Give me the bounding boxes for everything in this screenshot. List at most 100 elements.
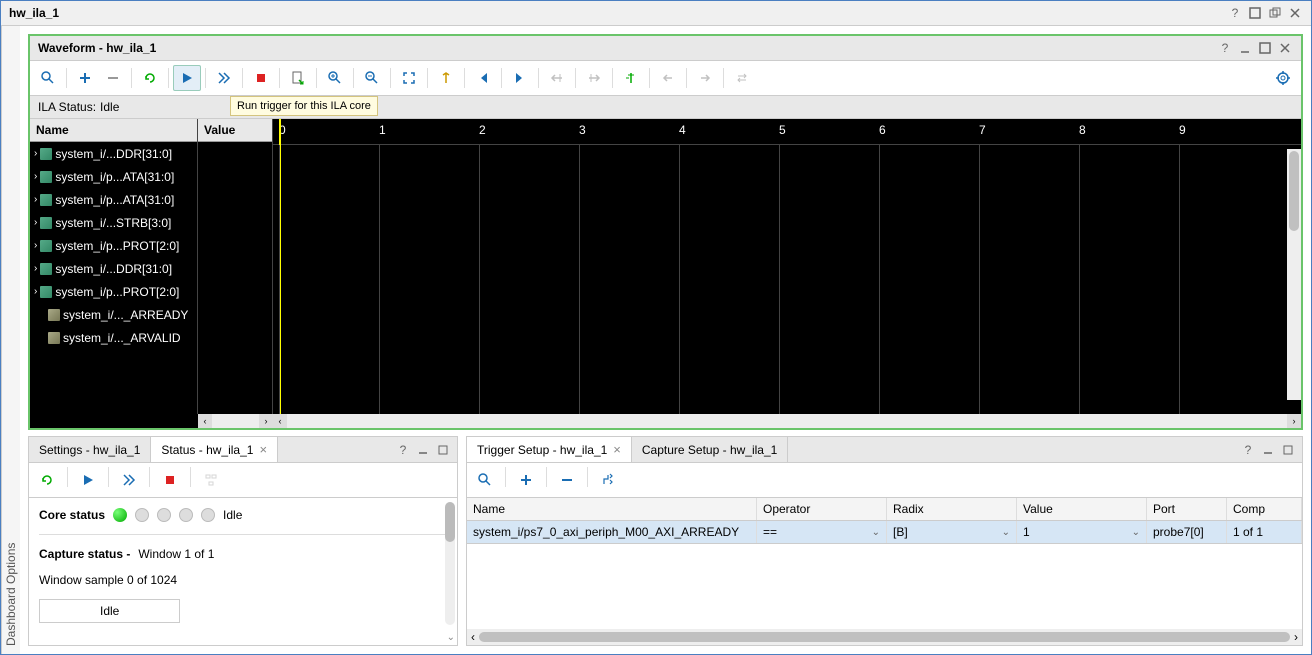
chevron-down-icon[interactable]: ⌄ [872, 527, 880, 538]
stop-button[interactable] [156, 467, 184, 493]
float-icon[interactable] [1267, 5, 1283, 21]
add-button[interactable] [71, 65, 99, 91]
waveform-canvas[interactable]: 0123456789 [273, 119, 1301, 414]
signal-row[interactable]: ›system_i/...STRB[3:0] [30, 211, 197, 234]
remove-button[interactable] [553, 467, 581, 493]
signal-row[interactable]: ›system_i/...DDR[31:0] [30, 257, 197, 280]
signal-row[interactable]: ›system_i/p...ATA[31:0] [30, 165, 197, 188]
add-marker-button[interactable] [617, 65, 645, 91]
status-panel: Settings - hw_ila_1 Status - hw_ila_1× ? [28, 436, 458, 646]
close-icon[interactable] [1287, 5, 1303, 21]
run-trigger-button[interactable] [74, 467, 102, 493]
chevron-down-icon[interactable]: ⌄ [447, 632, 455, 643]
trigger-operator[interactable]: == [763, 525, 777, 539]
expand-icon[interactable]: › [34, 171, 37, 182]
help-icon[interactable]: ? [395, 442, 411, 458]
col-header-value[interactable]: Value [1017, 498, 1147, 520]
close-icon[interactable] [1277, 40, 1293, 56]
search-button[interactable] [471, 467, 499, 493]
chevron-down-icon[interactable]: ⌄ [1002, 527, 1010, 538]
close-icon[interactable]: × [613, 442, 621, 457]
chevron-down-icon[interactable]: ⌄ [1132, 527, 1140, 538]
signal-row[interactable]: system_i/..._ARREADY [30, 303, 197, 326]
flowchart-button[interactable] [197, 467, 225, 493]
help-icon[interactable]: ? [1240, 442, 1256, 458]
zoom-out-button[interactable] [358, 65, 386, 91]
tab-capture-setup[interactable]: Capture Setup - hw_ila_1 [632, 437, 788, 462]
zoom-in-button[interactable] [321, 65, 349, 91]
scrollbar-thumb[interactable] [1289, 151, 1299, 231]
expand-icon[interactable]: › [34, 263, 37, 274]
separator [67, 467, 68, 487]
swap-marker-button[interactable] [728, 65, 756, 91]
maximize-icon[interactable] [1257, 40, 1273, 56]
scroll-right-icon[interactable]: › [259, 414, 273, 428]
signal-row[interactable]: ›system_i/p...ATA[31:0] [30, 188, 197, 211]
close-icon[interactable]: × [259, 442, 267, 457]
scroll-left-icon[interactable]: ‹ [198, 414, 212, 428]
separator [686, 68, 687, 88]
col-header-port[interactable]: Port [1147, 498, 1227, 520]
expand-icon[interactable]: › [34, 286, 37, 297]
expand-icon[interactable]: › [34, 148, 37, 159]
col-header-radix[interactable]: Radix [887, 498, 1017, 520]
dashboard-options-tab[interactable]: Dashboard Options [1, 26, 20, 654]
scrollbar-thumb[interactable] [445, 502, 455, 542]
scroll-left-icon[interactable]: ‹ [273, 414, 287, 428]
export-button[interactable] [284, 65, 312, 91]
tab-trigger-setup[interactable]: Trigger Setup - hw_ila_1× [467, 437, 632, 462]
horizontal-scrollbar[interactable]: ‹ › [467, 629, 1302, 645]
help-icon[interactable]: ? [1227, 5, 1243, 21]
run-immediate-button[interactable] [210, 65, 238, 91]
goto-end-button[interactable] [506, 65, 534, 91]
help-icon[interactable]: ? [1217, 40, 1233, 56]
scroll-right-icon[interactable]: › [1294, 630, 1298, 644]
col-header-name[interactable]: Name [467, 498, 757, 520]
expand-icon[interactable]: › [34, 240, 37, 251]
maximize-icon[interactable] [435, 442, 451, 458]
maximize-icon[interactable] [1280, 442, 1296, 458]
prev-transition-button[interactable] [543, 65, 571, 91]
remove-button[interactable] [99, 65, 127, 91]
goto-start-button[interactable] [469, 65, 497, 91]
scroll-left-icon[interactable]: ‹ [471, 630, 475, 644]
next-marker-button[interactable] [691, 65, 719, 91]
scrollbar-thumb[interactable] [479, 632, 1290, 642]
signal-row[interactable]: ›system_i/p...PROT[2:0] [30, 280, 197, 303]
vertical-scrollbar[interactable] [445, 502, 455, 625]
add-button[interactable] [512, 467, 540, 493]
signal-row[interactable]: system_i/..._ARVALID [30, 326, 197, 349]
zoom-fit-button[interactable] [395, 65, 423, 91]
prev-marker-button[interactable] [654, 65, 682, 91]
minimize-icon[interactable] [1237, 40, 1253, 56]
maximize-icon[interactable] [1247, 5, 1263, 21]
goto-cursor-button[interactable] [432, 65, 460, 91]
expand-icon[interactable]: › [34, 217, 37, 228]
col-header-comp[interactable]: Comp [1227, 498, 1302, 520]
value-hscroll[interactable]: ‹› [198, 414, 273, 428]
trigger-mode-button[interactable] [594, 467, 622, 493]
minimize-icon[interactable] [415, 442, 431, 458]
scroll-right-icon[interactable]: › [1287, 414, 1301, 428]
signal-row[interactable]: ›system_i/...DDR[31:0] [30, 142, 197, 165]
stop-button[interactable] [247, 65, 275, 91]
expand-icon[interactable]: › [34, 194, 37, 205]
trigger-value[interactable]: 1 [1023, 525, 1030, 539]
search-button[interactable] [34, 65, 62, 91]
run-trigger-button[interactable] [173, 65, 201, 91]
next-transition-button[interactable] [580, 65, 608, 91]
col-header-operator[interactable]: Operator [757, 498, 887, 520]
vertical-scrollbar[interactable] [1287, 149, 1301, 400]
minimize-icon[interactable] [1260, 442, 1276, 458]
trigger-radix[interactable]: [B] [893, 525, 908, 539]
settings-gear-button[interactable] [1269, 65, 1297, 91]
refresh-button[interactable] [136, 65, 164, 91]
run-immediate-button[interactable] [115, 467, 143, 493]
tab-status[interactable]: Status - hw_ila_1× [151, 437, 278, 462]
trigger-table-body [467, 544, 1302, 629]
tab-settings[interactable]: Settings - hw_ila_1 [29, 437, 151, 462]
signal-row[interactable]: ›system_i/p...PROT[2:0] [30, 234, 197, 257]
trigger-row[interactable]: system_i/ps7_0_axi_periph_M00_AXI_ARREAD… [467, 521, 1302, 544]
canvas-hscroll[interactable]: ‹› [273, 414, 1301, 428]
refresh-button[interactable] [33, 467, 61, 493]
